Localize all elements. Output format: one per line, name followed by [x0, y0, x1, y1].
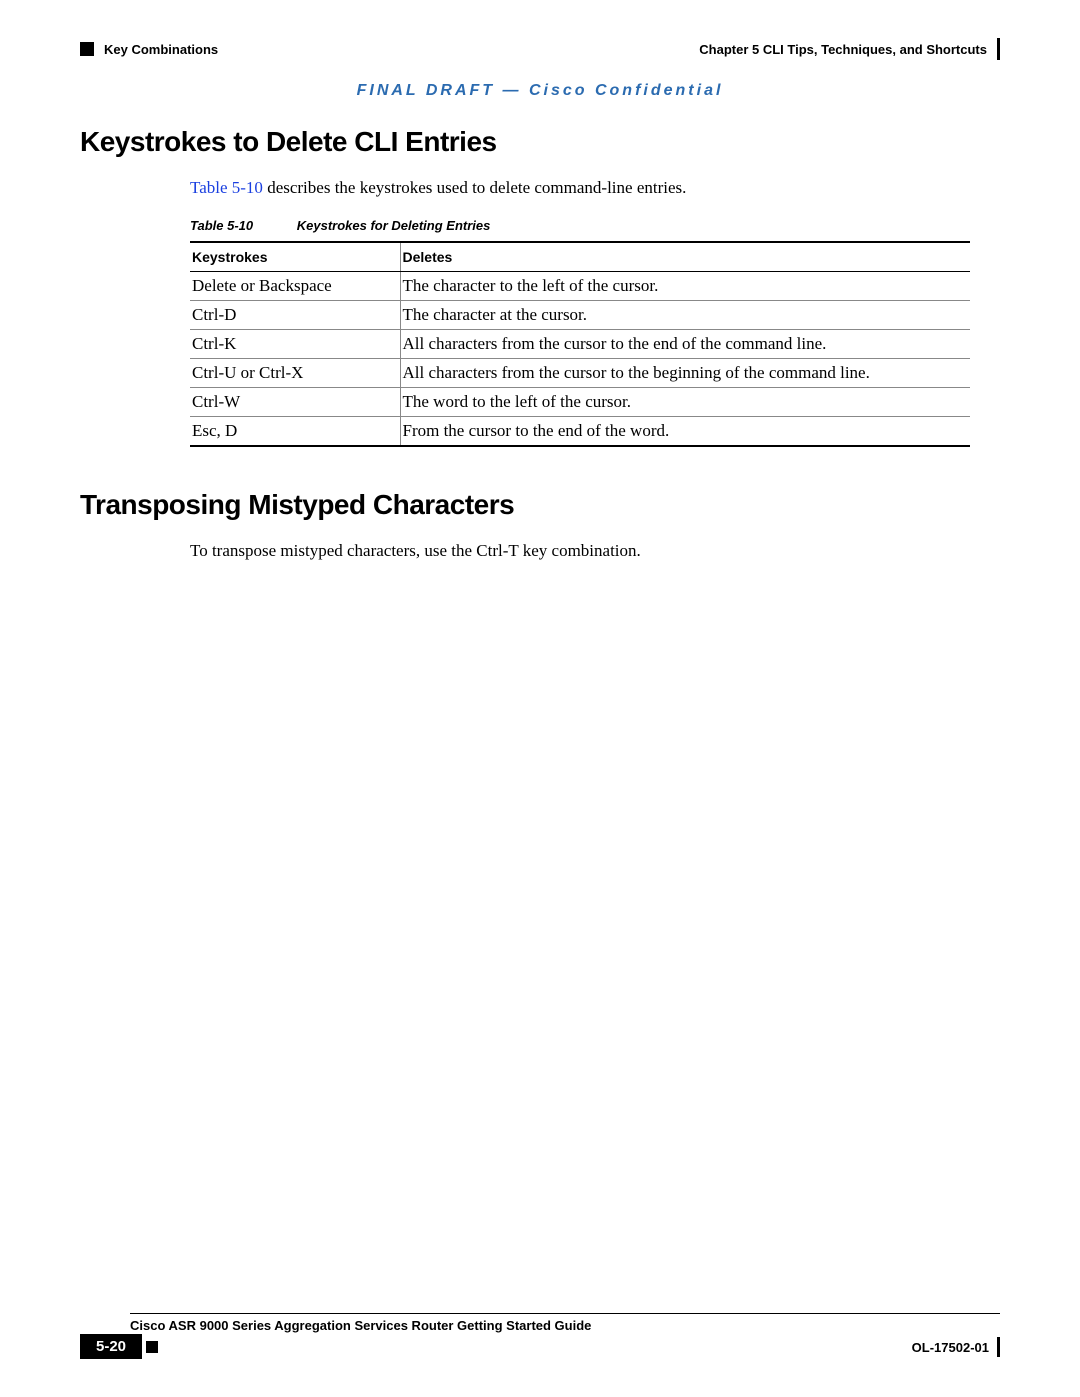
page: Key Combinations Chapter 5 CLI Tips, Tec… [0, 0, 1080, 1397]
cell-deletes: All characters from the cursor to the be… [400, 359, 970, 388]
table-caption: Table 5-10 Keystrokes for Deleting Entri… [190, 218, 1000, 233]
table-row: Ctrl-W The word to the left of the curso… [190, 388, 970, 417]
cell-keystroke: Esc, D [190, 417, 400, 447]
confidential-banner: FINAL DRAFT — Cisco Confidential [80, 82, 1000, 100]
table-number-label: Table 5-10 [190, 218, 253, 233]
section1-intro-rest: describes the keystrokes used to delete … [263, 178, 686, 197]
footer-bar-icon [997, 1337, 1000, 1357]
section-heading-delete-keystrokes: Keystrokes to Delete CLI Entries [80, 126, 1000, 158]
running-header: Key Combinations Chapter 5 CLI Tips, Tec… [80, 38, 1000, 60]
table-row: Ctrl-U or Ctrl-X All characters from the… [190, 359, 970, 388]
section-marker-icon [80, 42, 94, 56]
section-heading-transposing: Transposing Mistyped Characters [80, 489, 1000, 521]
table-header-row: Keystrokes Deletes [190, 242, 970, 272]
cell-deletes: The word to the left of the cursor. [400, 388, 970, 417]
table-row: Ctrl-D The character at the cursor. [190, 301, 970, 330]
table-reference-link[interactable]: Table 5-10 [190, 178, 263, 197]
cell-deletes: The character at the cursor. [400, 301, 970, 330]
cell-deletes: From the cursor to the end of the word. [400, 417, 970, 447]
cell-deletes: All characters from the cursor to the en… [400, 330, 970, 359]
footer-right: OL-17502-01 [912, 1337, 1000, 1357]
table-row: Ctrl-K All characters from the cursor to… [190, 330, 970, 359]
footer-square-icon [146, 1341, 158, 1353]
cell-keystroke: Ctrl-D [190, 301, 400, 330]
table-row: Delete or Backspace The character to the… [190, 272, 970, 301]
cell-keystroke: Ctrl-K [190, 330, 400, 359]
section-transposing: Transposing Mistyped Characters To trans… [80, 489, 1000, 561]
keystrokes-table: Keystrokes Deletes Delete or Backspace T… [190, 241, 970, 447]
header-chapter-title: Chapter 5 CLI Tips, Techniques, and Shor… [699, 42, 987, 57]
footer-row: 5-20 OL-17502-01 [80, 1337, 1000, 1357]
header-right: Chapter 5 CLI Tips, Techniques, and Shor… [699, 38, 1000, 60]
cell-deletes: The character to the left of the cursor. [400, 272, 970, 301]
col-header-deletes: Deletes [400, 242, 970, 272]
section2-body: To transpose mistyped characters, use th… [190, 541, 1000, 561]
header-bar-icon [997, 38, 1000, 60]
header-left: Key Combinations [80, 42, 218, 57]
page-number-badge: 5-20 [80, 1334, 142, 1359]
cell-keystroke: Ctrl-W [190, 388, 400, 417]
section1-intro: Table 5-10 describes the keystrokes used… [190, 178, 1000, 198]
table-row: Esc, D From the cursor to the end of the… [190, 417, 970, 447]
table-title: Keystrokes for Deleting Entries [297, 218, 491, 233]
footer-doc-id: OL-17502-01 [912, 1340, 989, 1355]
col-header-keystrokes: Keystrokes [190, 242, 400, 272]
running-footer: Cisco ASR 9000 Series Aggregation Servic… [80, 1313, 1000, 1357]
cell-keystroke: Delete or Backspace [190, 272, 400, 301]
footer-doc-title: Cisco ASR 9000 Series Aggregation Servic… [130, 1314, 1000, 1333]
footer-left: 5-20 [80, 1338, 164, 1356]
cell-keystroke: Ctrl-U or Ctrl-X [190, 359, 400, 388]
header-section-title: Key Combinations [104, 42, 218, 57]
